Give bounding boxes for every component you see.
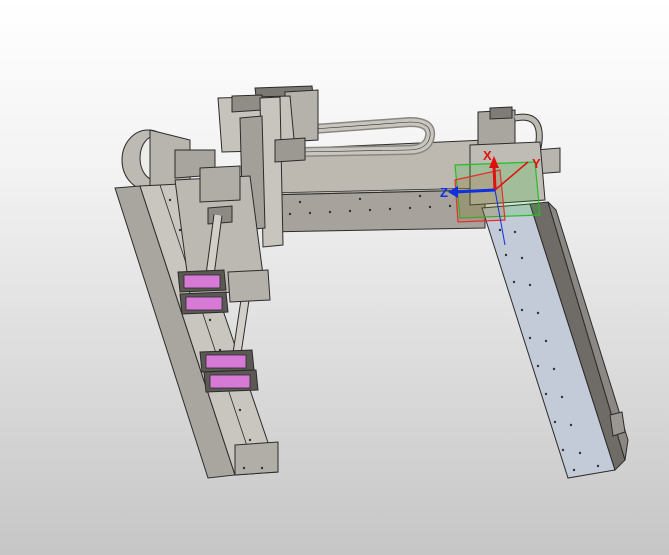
cad-viewport[interactable]: X Y Z	[0, 0, 669, 555]
plane-red	[454, 169, 506, 223]
gripper-pad[interactable]	[179, 291, 229, 315]
gantry-assembly-model[interactable]: X Y Z	[0, 0, 669, 555]
gripper-pad[interactable]	[177, 269, 227, 293]
cable-chain[interactable]	[299, 116, 436, 157]
gripper-pad[interactable]	[203, 369, 259, 393]
x-axis-arrow	[492, 164, 497, 191]
z-axis-label: Z	[440, 185, 448, 200]
gripper-pad[interactable]	[199, 349, 255, 373]
right-rail[interactable]	[481, 201, 629, 479]
y-axis-label: Y	[532, 156, 541, 171]
x-axis-label: X	[483, 148, 492, 163]
z-axis-arrow	[454, 188, 496, 194]
